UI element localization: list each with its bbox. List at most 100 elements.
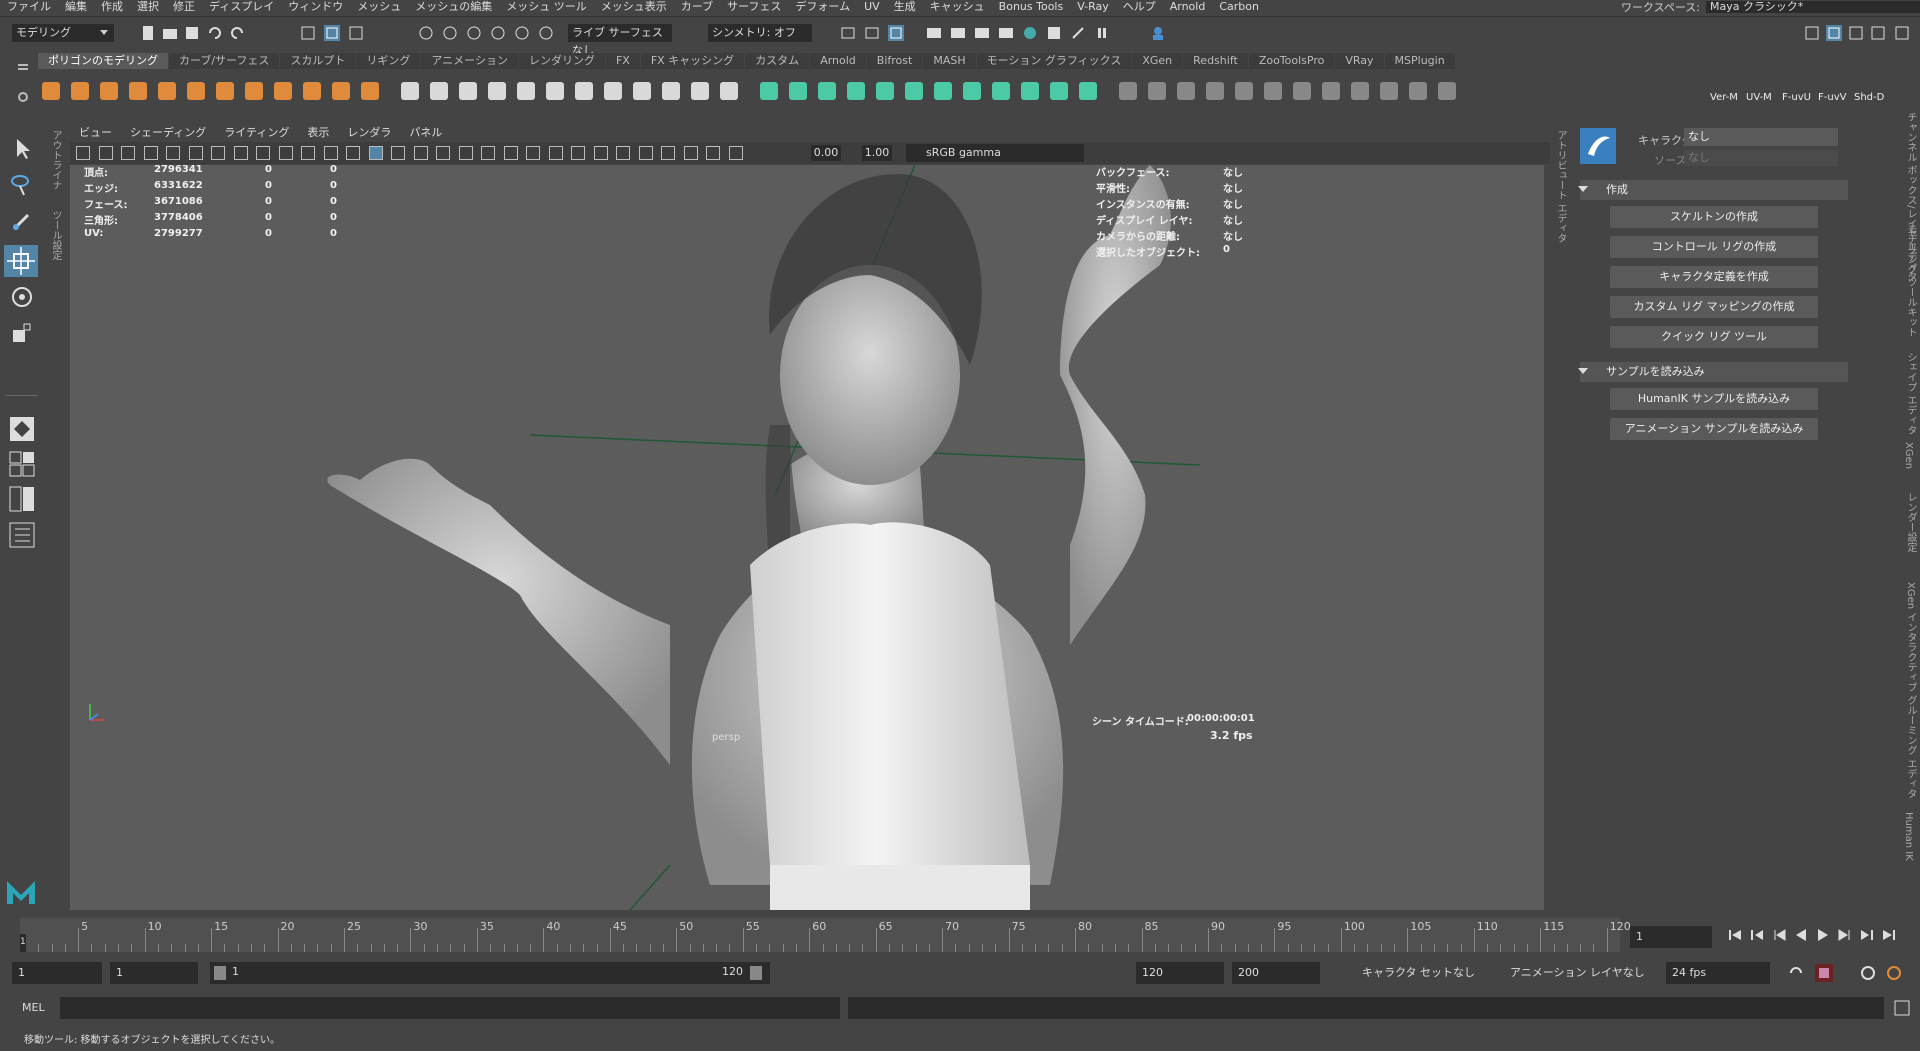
shelf-tool-icon[interactable] [299, 78, 325, 104]
shelf-tool-icon[interactable] [1231, 78, 1257, 104]
humanik-create-button[interactable]: クイック リグ ツール [1610, 326, 1818, 348]
modeling-toolkit-icon[interactable] [1804, 25, 1820, 41]
viewport-menu-item[interactable]: ライティング [215, 124, 298, 141]
layers-toggle-icon[interactable] [1894, 25, 1910, 41]
attribute-editor-toggle-icon[interactable] [1826, 25, 1842, 41]
snap-grid-icon[interactable] [418, 25, 434, 41]
humanik-create-button[interactable]: スケルトンの作成 [1610, 206, 1818, 228]
persp-outliner-layout-icon[interactable] [8, 485, 36, 513]
select-by-component-icon[interactable] [348, 25, 364, 41]
menu-item[interactable]: Bonus Tools [992, 0, 1071, 14]
viewport-toolbar-icon[interactable] [121, 146, 135, 160]
animation-layer-dropdown[interactable]: アニメーション レイヤなし [1504, 962, 1654, 984]
viewport-toolbar-icon[interactable] [683, 146, 698, 160]
animation-end-field[interactable]: 200 [1232, 962, 1320, 984]
script-editor-icon[interactable] [1894, 1000, 1910, 1016]
viewport-toolbar-icon[interactable] [458, 146, 473, 160]
snap-view-plane-icon[interactable] [490, 25, 506, 41]
right-vtab[interactable]: Human IK [1903, 812, 1914, 861]
viewport-toolbar-icon[interactable] [706, 146, 720, 160]
right-vtab[interactable]: XGen インタラクティブ グルーミング エディタ [1903, 582, 1918, 799]
shelf-tool-icon[interactable] [212, 78, 238, 104]
anim-preferences-icon[interactable] [1860, 965, 1876, 981]
vtab-attribute-editor[interactable]: アトリビュート エディタ [1553, 130, 1568, 243]
input-ops-icon[interactable] [840, 25, 856, 41]
shelf-tab[interactable]: Redshift [1183, 53, 1248, 69]
go-to-start-icon[interactable] [1726, 926, 1744, 944]
viewport-toolbar-icon[interactable] [481, 146, 495, 160]
pause-viewport-icon[interactable] [1094, 25, 1110, 41]
viewport-toolbar-icon[interactable] [548, 146, 563, 160]
command-input[interactable] [60, 997, 840, 1019]
save-scene-icon[interactable] [184, 25, 200, 41]
shelf-tool-icon[interactable] [357, 78, 383, 104]
shelf-tool-icon[interactable] [716, 78, 742, 104]
range-end-handle[interactable] [750, 966, 762, 980]
viewport-toolbar-icon[interactable] [301, 146, 315, 160]
select-by-hierarchy-icon[interactable] [300, 25, 316, 41]
snap-point-icon[interactable] [466, 25, 482, 41]
shelf-tool-icon[interactable] [988, 78, 1014, 104]
viewport-toolbar-icon[interactable] [166, 146, 180, 160]
shelf-tab[interactable]: リギング [356, 53, 421, 69]
menu-item[interactable]: 生成 [887, 0, 923, 14]
menu-item[interactable]: メッシュ [350, 0, 408, 14]
viewport-toolbar-icon[interactable] [593, 146, 608, 160]
outliner-icon[interactable] [8, 521, 36, 549]
four-view-layout-icon[interactable] [8, 450, 36, 478]
viewport-toolbar-icon[interactable] [526, 146, 540, 160]
shelf-tool-icon[interactable] [901, 78, 927, 104]
menu-item[interactable]: V-Ray [1070, 0, 1116, 14]
shelf-tab[interactable]: VRay [1335, 53, 1384, 69]
shelf-tool-icon[interactable] [785, 78, 811, 104]
right-vtab[interactable]: レンダー設定 [1903, 492, 1918, 552]
render-view-icon[interactable] [926, 25, 942, 41]
viewport-menu-item[interactable]: パネル [400, 124, 451, 141]
menu-item[interactable]: メッシュの編集 [408, 0, 499, 14]
render-settings-icon[interactable] [998, 25, 1014, 41]
menu-item[interactable]: カーブ [674, 0, 720, 14]
shelf-tool-icon[interactable] [455, 78, 481, 104]
paint-select-icon[interactable] [10, 209, 34, 233]
viewport-toolbar-icon[interactable] [143, 146, 158, 160]
section-samples-header[interactable]: サンプルを読み込み [1580, 362, 1848, 382]
humanik-sample-button[interactable]: アニメーション サンプルを読み込み [1610, 418, 1818, 440]
viewport-toolbar-icon[interactable] [188, 146, 203, 160]
character-dropdown[interactable]: なし [1684, 128, 1838, 146]
shelf-tab[interactable]: カスタム [745, 53, 810, 69]
menu-item[interactable]: ファイル [0, 0, 58, 14]
shelf-custom-label[interactable]: F-uvV [1818, 92, 1854, 103]
playback-start-field[interactable]: 1 [110, 962, 198, 984]
viewport-toolbar-icon[interactable] [323, 146, 338, 160]
shelf-tool-icon[interactable] [241, 78, 267, 104]
shelf-tab[interactable]: Arnold [810, 53, 866, 69]
select-tool-icon[interactable] [12, 137, 34, 161]
shelf-tool-icon[interactable] [1376, 78, 1402, 104]
workspace-dropdown[interactable]: Maya クラシック* [1706, 1, 1920, 13]
viewport-toolbar-icon[interactable] [278, 146, 293, 160]
viewport-toolbar-icon[interactable] [233, 146, 248, 160]
render-current-icon[interactable] [950, 25, 966, 41]
right-vtab[interactable]: シェイプ エディタ [1903, 352, 1918, 435]
open-scene-icon[interactable] [162, 25, 178, 41]
viewport-toolbar-icon[interactable] [413, 146, 428, 160]
shelf-tool-icon[interactable] [183, 78, 209, 104]
shelf-tool-icon[interactable] [629, 78, 655, 104]
viewport-menu-item[interactable]: 表示 [298, 124, 338, 141]
shelf-tool-icon[interactable] [1405, 78, 1431, 104]
vtab-outliner[interactable]: アウトライナ [48, 130, 63, 190]
menu-item[interactable]: 編集 [58, 0, 94, 14]
loop-icon[interactable] [1788, 965, 1804, 981]
snap-vertex-icon[interactable] [538, 25, 554, 41]
play-backward-icon[interactable] [1792, 926, 1810, 944]
shelf-custom-label[interactable]: F-uvU [1782, 92, 1818, 103]
shelf-tab[interactable]: レンダリング [518, 53, 605, 69]
shelf-settings-icon[interactable] [18, 92, 28, 105]
shelf-tool-icon[interactable] [38, 78, 64, 104]
snap-surface-icon[interactable] [514, 25, 530, 41]
shelf-custom-label[interactable]: Ver-M [1710, 92, 1746, 103]
shelf-tab[interactable]: XGen [1132, 53, 1183, 69]
play-forward-icon[interactable] [1814, 926, 1832, 944]
menu-item[interactable]: Carbon [1212, 0, 1266, 14]
viewport-toolbar-icon[interactable] [436, 146, 450, 160]
